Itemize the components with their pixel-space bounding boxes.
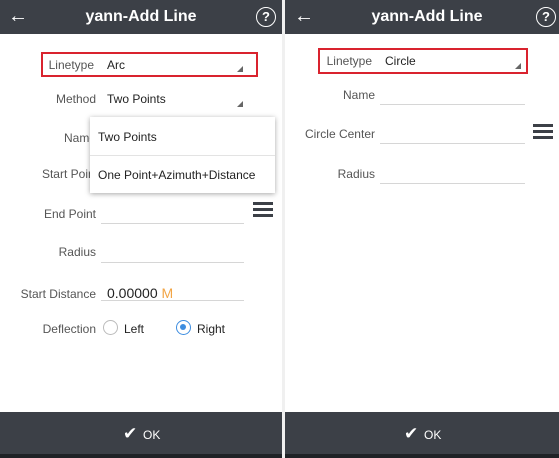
start-distance-input[interactable]: 0.00000 M <box>107 285 237 301</box>
dropdown-triangle-icon <box>515 63 521 69</box>
start-distance-label: Start Distance <box>20 287 96 301</box>
linetype-label: Linetype <box>326 54 372 68</box>
right-add-line-screen: ← yann-Add Line ? Linetype Circle Name C… <box>285 0 559 458</box>
help-icon[interactable]: ? <box>536 7 556 27</box>
point-list-icon[interactable] <box>533 124 553 140</box>
radius-label: Radius <box>58 245 96 259</box>
right-app-bar: ← yann-Add Line ? <box>285 0 559 34</box>
ok-label: OK <box>143 428 161 442</box>
checkmark-icon: ✔ <box>123 424 138 443</box>
nav-strip <box>0 454 282 458</box>
deflection-right-label[interactable]: Right <box>197 322 225 336</box>
help-icon[interactable]: ? <box>256 7 276 27</box>
left-add-line-screen: ← yann-Add Line ? Linetype Arc Method Tw… <box>0 0 282 458</box>
point-list-icon[interactable] <box>253 202 273 218</box>
linetype-spinner[interactable]: Arc <box>107 58 247 72</box>
end-point-label: End Point <box>43 207 96 221</box>
dropdown-triangle-icon <box>237 66 243 72</box>
dropdown-triangle-icon <box>237 101 243 107</box>
deflection-left-label[interactable]: Left <box>124 322 144 336</box>
radius-input[interactable] <box>101 262 244 263</box>
ok-button[interactable]: ✔ OK <box>0 412 282 458</box>
start-distance-value: 0.00000 <box>107 285 158 301</box>
ok-label: OK <box>424 428 442 442</box>
radius-input[interactable] <box>380 183 525 184</box>
deflection-right-radio[interactable] <box>176 320 191 335</box>
end-point-input[interactable] <box>101 223 244 224</box>
method-option-two-points[interactable]: Two Points <box>98 130 157 144</box>
linetype-label: Linetype <box>48 58 94 72</box>
checkmark-icon: ✔ <box>404 424 419 443</box>
method-label: Method <box>55 92 96 106</box>
menu-divider <box>90 155 275 156</box>
method-option-azimuth-distance[interactable]: One Point+Azimuth+Distance <box>98 168 255 182</box>
radius-label: Radius <box>337 167 375 181</box>
nav-strip <box>285 454 559 458</box>
screen-title: yann-Add Line <box>85 8 197 25</box>
method-spinner[interactable]: Two Points <box>107 92 227 106</box>
start-point-label: Start Point <box>41 167 98 181</box>
deflection-left-radio[interactable] <box>103 320 118 335</box>
deflection-label: Deflection <box>42 322 96 336</box>
circle-center-input[interactable] <box>380 143 525 144</box>
screen-title: yann-Add Line <box>371 8 483 25</box>
start-distance-unit: M <box>161 285 174 301</box>
linetype-spinner[interactable]: Circle <box>385 54 505 68</box>
ok-button[interactable]: ✔ OK <box>285 412 559 458</box>
method-dropdown-menu: Two Points One Point+Azimuth+Distance <box>90 117 275 193</box>
name-label: Name <box>342 88 375 102</box>
name-input[interactable] <box>380 104 525 105</box>
circle-center-label: Circle Center <box>304 127 375 141</box>
left-app-bar: ← yann-Add Line ? <box>0 0 282 34</box>
start-distance-underline <box>101 300 244 301</box>
name-label: Name <box>63 131 96 145</box>
